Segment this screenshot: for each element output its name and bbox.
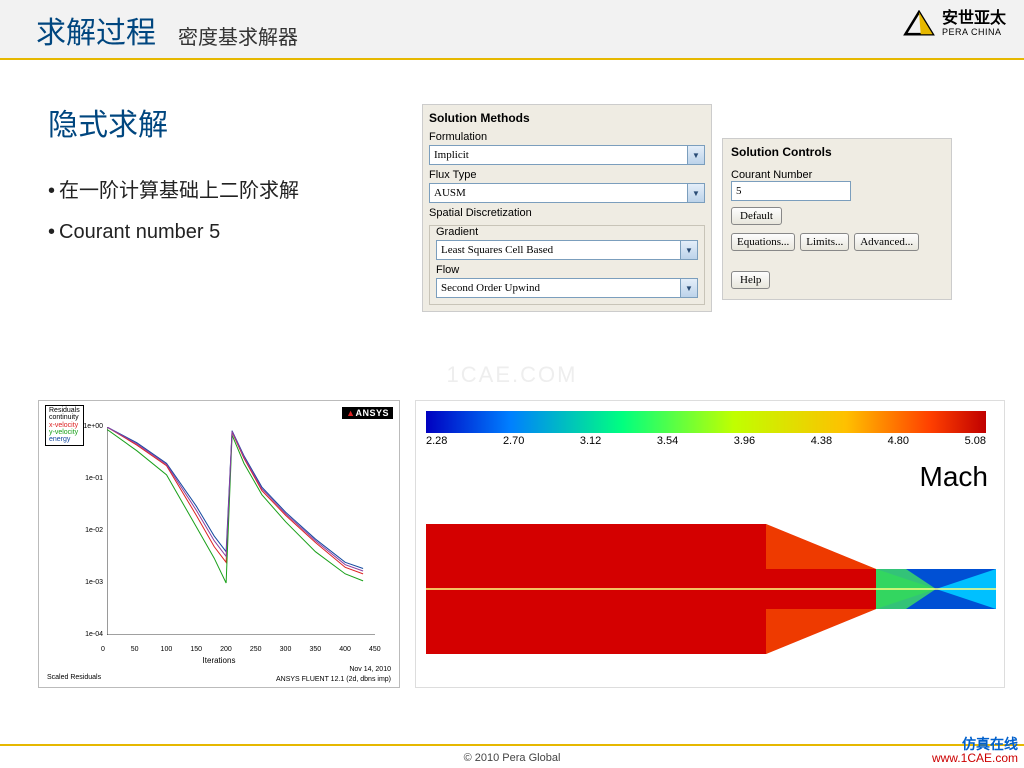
advanced-button[interactable]: Advanced... (854, 233, 919, 251)
solution-controls-panel: Solution Controls Courant Number Default… (722, 138, 952, 300)
solution-methods-panel: Solution Methods Formulation ▼ Flux Type… (422, 104, 712, 312)
pera-logo: 安世亚太 PERA CHINA (902, 10, 1006, 38)
chevron-down-icon[interactable]: ▼ (680, 240, 698, 260)
gradient-value[interactable] (436, 240, 680, 260)
limits-button[interactable]: Limits... (800, 233, 849, 251)
panel-title: Solution Methods (429, 111, 705, 125)
scaled-residuals-text: Scaled Residuals (47, 674, 101, 681)
residuals-chart: Residuals continuity x-velocity y-veloci… (38, 400, 400, 688)
mach-contour-panel: 2.28 2.70 3.12 3.54 3.96 4.38 4.80 5.08 … (415, 400, 1005, 688)
flux-value[interactable] (429, 183, 687, 203)
pera-logo-icon (902, 10, 936, 38)
courant-input[interactable] (731, 181, 851, 201)
formulation-value[interactable] (429, 145, 687, 165)
panel-title: Solution Controls (731, 145, 943, 159)
chevron-down-icon[interactable]: ▼ (680, 278, 698, 298)
formulation-label: Formulation (429, 131, 705, 143)
courant-label: Courant Number (731, 169, 812, 181)
flow-combo[interactable]: ▼ (436, 278, 698, 298)
flow-label: Flow (436, 264, 698, 276)
spatial-label: Spatial Discretization (429, 207, 705, 219)
slide-title: 求解过程 (36, 8, 156, 52)
formulation-combo[interactable]: ▼ (429, 145, 705, 165)
logo-sub: PERA CHINA (942, 27, 1006, 37)
gradient-label: Gradient (436, 226, 698, 238)
watermark: 1CAE.COM (447, 362, 578, 388)
mach-contour-plot (426, 499, 996, 679)
x-axis-title: Iterations (39, 656, 399, 665)
flux-label: Flux Type (429, 169, 705, 181)
mach-label: Mach (920, 461, 988, 493)
brand-url: www.1CAE.com (932, 752, 1018, 766)
colorbar (426, 411, 986, 433)
bottom-brand: 仿真在线 www.1CAE.com (932, 736, 1018, 766)
flow-value[interactable] (436, 278, 680, 298)
chevron-down-icon[interactable]: ▼ (687, 145, 705, 165)
flux-combo[interactable]: ▼ (429, 183, 705, 203)
default-button[interactable]: Default (731, 207, 782, 225)
residual-plot-area (107, 427, 375, 635)
equations-button[interactable]: Equations... (731, 233, 795, 251)
ansys-logo: ▲ANSYS (342, 407, 393, 419)
footer-bar (0, 744, 1024, 746)
logo-name: 安世亚太 (942, 11, 1006, 27)
slide-header: 求解过程 密度基求解器 (0, 0, 1024, 60)
chevron-down-icon[interactable]: ▼ (687, 183, 705, 203)
chart-date: Nov 14, 2010 (349, 666, 391, 673)
help-button[interactable]: Help (731, 271, 770, 289)
chart-software: ANSYS FLUENT 12.1 (2d, dbns imp) (276, 676, 391, 683)
colorbar-ticks: 2.28 2.70 3.12 3.54 3.96 4.38 4.80 5.08 (426, 435, 986, 447)
spatial-fieldset: Gradient ▼ Flow ▼ (429, 225, 705, 305)
slide-subtitle: 密度基求解器 (178, 21, 298, 50)
footer-copyright: © 2010 Pera Global (0, 752, 1024, 764)
gradient-combo[interactable]: ▼ (436, 240, 698, 260)
brand-cn: 仿真在线 (932, 736, 1018, 752)
